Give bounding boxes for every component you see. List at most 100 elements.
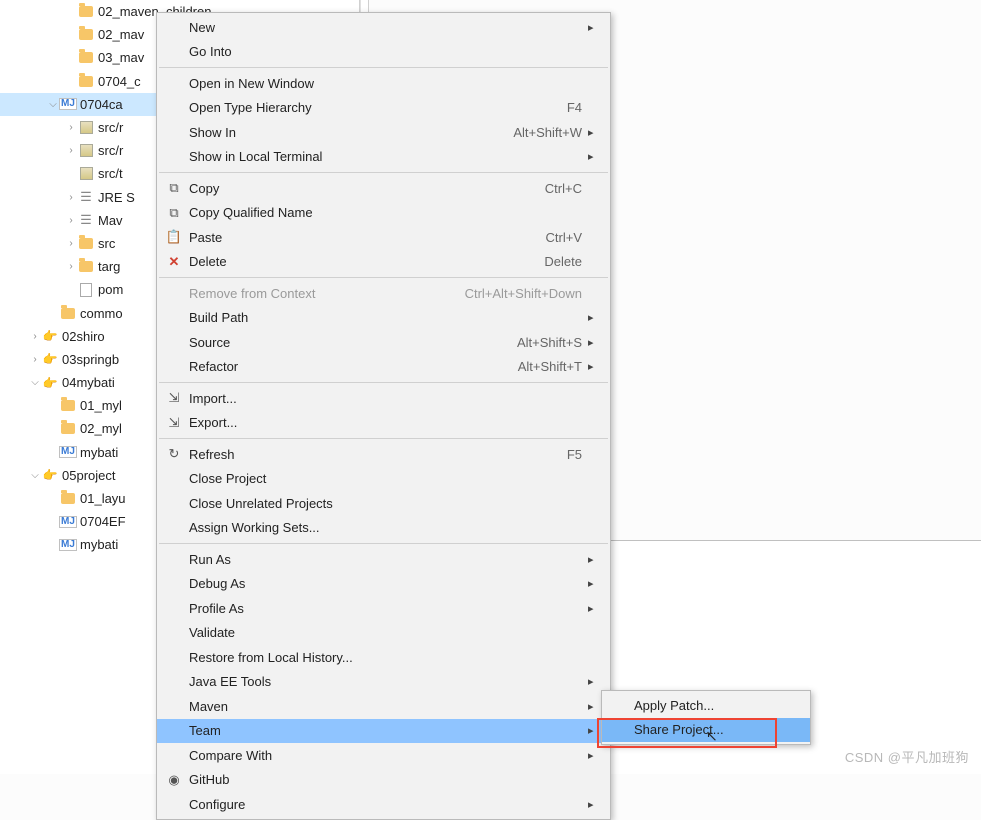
tree-item-label: 03_mav — [98, 50, 144, 65]
menu-item-label: Show in Local Terminal — [185, 149, 568, 164]
collapse-icon[interactable]: ⌵ — [28, 468, 42, 482]
menu-item[interactable]: ✕DeleteDelete — [157, 250, 610, 275]
menu-item[interactable]: Close Project — [157, 467, 610, 492]
expand-icon[interactable]: › — [28, 352, 42, 366]
expander-placeholder — [46, 399, 60, 413]
menu-item[interactable]: ⇲Import... — [157, 386, 610, 411]
context-menu[interactable]: New▸Go IntoOpen in New WindowOpen Type H… — [156, 12, 611, 820]
menu-item[interactable]: Apply Patch... — [602, 693, 810, 718]
tree-item-label: src/t — [98, 166, 123, 181]
menu-item-accelerator: Ctrl+V — [546, 230, 588, 245]
menu-item-accelerator: Alt+Shift+S — [517, 335, 588, 350]
menu-item[interactable]: Show in Local Terminal▸ — [157, 145, 610, 170]
tree-item-label: src/r — [98, 143, 123, 158]
expand-icon[interactable]: › — [64, 213, 78, 227]
folder-icon — [78, 259, 94, 275]
menu-item[interactable]: Configure▸ — [157, 792, 610, 817]
submenu-arrow-icon: ▸ — [588, 798, 600, 811]
menu-item[interactable]: ⧉Copy Qualified Name — [157, 201, 610, 226]
expand-icon[interactable]: › — [64, 190, 78, 204]
menu-item[interactable]: Close Unrelated Projects — [157, 491, 610, 516]
menu-item-label: Refactor — [185, 359, 518, 374]
menu-item[interactable]: ◉GitHub — [157, 768, 610, 793]
menu-item[interactable]: Build Path▸ — [157, 306, 610, 331]
expander-placeholder — [46, 445, 60, 459]
expander-placeholder — [46, 515, 60, 529]
menu-item[interactable]: New▸ — [157, 15, 610, 40]
menu-item[interactable]: ↻RefreshF5 — [157, 442, 610, 467]
expand-icon[interactable]: › — [64, 260, 78, 274]
expander-placeholder — [46, 306, 60, 320]
menu-item[interactable]: Java EE Tools▸ — [157, 670, 610, 695]
menu-item-label: Maven — [185, 699, 568, 714]
imp-icon: ⇲ — [163, 390, 185, 406]
mj-icon: MJ — [60, 514, 76, 530]
expander-placeholder — [64, 74, 78, 88]
menu-item[interactable]: Profile As▸ — [157, 596, 610, 621]
menu-item-label: Export... — [185, 415, 568, 430]
folder-icon — [78, 27, 94, 43]
menu-item-label: Close Project — [185, 471, 568, 486]
pkg-icon — [78, 143, 94, 159]
menu-item-label: Profile As — [185, 601, 568, 616]
expander-placeholder — [46, 492, 60, 506]
menu-separator — [159, 543, 608, 544]
menu-item[interactable]: Run As▸ — [157, 547, 610, 572]
menu-item[interactable]: Go Into — [157, 40, 610, 65]
menu-item-label: Refresh — [185, 447, 567, 462]
menu-separator — [159, 382, 608, 383]
expander-placeholder — [64, 51, 78, 65]
menu-item[interactable]: Team▸ — [157, 719, 610, 744]
mj-icon: MJ — [60, 537, 76, 553]
collapse-icon[interactable]: ⌵ — [46, 97, 60, 111]
team-submenu[interactable]: Apply Patch...Share Project... — [601, 690, 811, 745]
file-icon — [78, 282, 94, 298]
tree-item-label: 0704ca — [80, 97, 123, 112]
expand-icon[interactable]: › — [28, 329, 42, 343]
collapse-icon[interactable]: ⌵ — [28, 376, 42, 390]
mj-icon: MJ — [60, 444, 76, 460]
menu-item-label: Copy — [185, 181, 545, 196]
menu-item-label: GitHub — [185, 772, 568, 787]
menu-item[interactable]: 📋PasteCtrl+V — [157, 225, 610, 250]
menu-item-accelerator: F5 — [567, 447, 588, 462]
expand-icon[interactable]: › — [64, 121, 78, 135]
expand-icon[interactable]: › — [64, 236, 78, 250]
menu-item[interactable]: ⧉CopyCtrl+C — [157, 176, 610, 201]
hand-icon: 👉 — [42, 467, 58, 483]
menu-item[interactable]: Debug As▸ — [157, 572, 610, 597]
menu-item[interactable]: Share Project... — [602, 718, 810, 743]
folder-icon — [78, 235, 94, 251]
expander-placeholder — [64, 28, 78, 42]
submenu-arrow-icon: ▸ — [588, 311, 600, 324]
tree-item-label: 04mybati — [62, 375, 115, 390]
mj-icon: MJ — [60, 96, 76, 112]
menu-item[interactable]: Validate — [157, 621, 610, 646]
paste-icon: 📋 — [163, 229, 185, 245]
menu-item-label: Open Type Hierarchy — [185, 100, 567, 115]
tree-item-label: 0704EF — [80, 514, 126, 529]
hand-icon: 👉 — [42, 375, 58, 391]
menu-item[interactable]: ⇲Export... — [157, 411, 610, 436]
expander-placeholder — [46, 422, 60, 436]
menu-item[interactable]: Compare With▸ — [157, 743, 610, 768]
menu-item-label: Debug As — [185, 576, 568, 591]
menu-item-accelerator: F4 — [567, 100, 588, 115]
submenu-arrow-icon: ▸ — [588, 360, 600, 373]
menu-item[interactable]: Assign Working Sets... — [157, 516, 610, 541]
menu-item[interactable]: RefactorAlt+Shift+T▸ — [157, 355, 610, 380]
menu-item[interactable]: Open in New Window — [157, 71, 610, 96]
menu-item: Remove from ContextCtrl+Alt+Shift+Down — [157, 281, 610, 306]
menu-item[interactable]: Restore from Local History... — [157, 645, 610, 670]
menu-item[interactable]: SourceAlt+Shift+S▸ — [157, 330, 610, 355]
menu-item-accelerator: Ctrl+Alt+Shift+Down — [465, 286, 588, 301]
tree-item-label: 03springb — [62, 352, 119, 367]
menu-item[interactable]: Maven▸ — [157, 694, 610, 719]
ref-icon: ↻ — [163, 446, 185, 462]
pkg-icon — [78, 120, 94, 136]
menu-separator — [159, 67, 608, 68]
expand-icon[interactable]: › — [64, 144, 78, 158]
menu-item[interactable]: Show InAlt+Shift+W▸ — [157, 120, 610, 145]
tree-item-label: 02_myl — [80, 421, 122, 436]
menu-item[interactable]: Open Type HierarchyF4 — [157, 96, 610, 121]
